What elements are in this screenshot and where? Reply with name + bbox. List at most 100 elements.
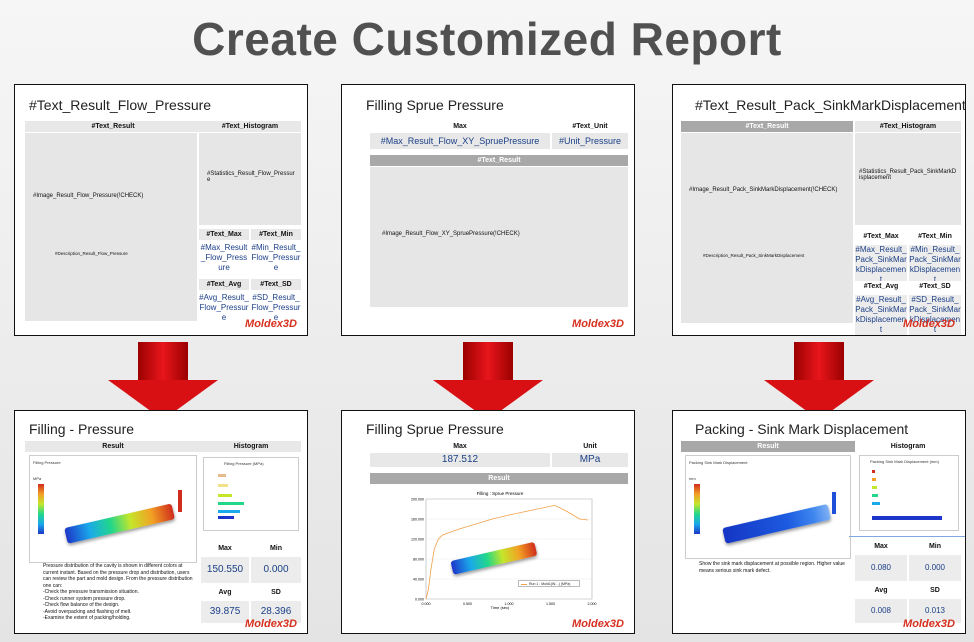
max-header: Max — [370, 441, 550, 452]
avg-value: 0.008 — [855, 599, 907, 623]
unit-header: Unit — [552, 441, 628, 452]
max-header: Max — [855, 541, 907, 552]
unit-value: #Unit_Pressure — [552, 133, 628, 149]
histogram-bar — [218, 516, 234, 519]
x-tick-label: 1.500 — [546, 602, 555, 606]
unit-header: #Text_Unit — [552, 121, 628, 132]
report-slide-sprue-pressure[interactable]: Filling Sprue Pressure Max Unit 187.512 … — [341, 410, 635, 634]
min-header: Min — [251, 543, 301, 554]
result-image-placeholder: #Image_Result_Pack_SinkMarkDisplacement(… — [681, 133, 853, 323]
data-point — [428, 588, 429, 590]
x-tick-label: 2.000 — [588, 602, 597, 606]
min-header: #Text_Min — [251, 229, 301, 240]
min-value: #Min_Result_Flow_Pressure — [251, 243, 301, 272]
statistics-placeholder: #Statistics_Result_Pack_SinkMarkDisplace… — [855, 133, 961, 225]
sprue-model — [832, 492, 836, 514]
min-header: Min — [909, 541, 961, 552]
y-tick-label: 160.000 — [411, 517, 424, 521]
template-slide-sprue-pressure[interactable]: Filling Sprue Pressure Max #Text_Unit #M… — [341, 84, 635, 336]
min-header: #Text_Min — [909, 231, 961, 242]
unit-value: MPa — [552, 453, 628, 467]
result-header: #Text_Result — [370, 155, 628, 166]
histogram-bar — [218, 484, 228, 487]
max-value: #Max_Result_Flow_XY_SpruePressure — [370, 133, 550, 149]
legend-label: Run 1 : Mold1(W…) (MPa) — [529, 582, 571, 586]
legend-swatch — [521, 584, 527, 585]
moldex3d-logo: Moldex3D — [572, 618, 624, 630]
statistics-placeholder-text: #Statistics_Result_Pack_SinkMarkDisplace… — [859, 169, 957, 181]
unit-label: MPa — [33, 476, 42, 481]
max-header: #Text_Max — [199, 229, 249, 240]
result-description: Pressure distribution of the cavity is s… — [43, 563, 193, 621]
avg-header: Avg — [855, 585, 907, 596]
statistics-placeholder-text: #Statistics_Result_Flow_Pressure — [207, 171, 295, 183]
avg-header: #Text_Avg — [199, 279, 249, 290]
result-header: Result — [681, 441, 855, 452]
report-slide-filling-pressure[interactable]: Filling - Pressure Result Histogram Fill… — [14, 410, 308, 634]
max-value: #Max_Result_Flow_Pressure — [200, 243, 248, 272]
min-value: 0.000 — [909, 555, 961, 581]
avg-value: 39.875 — [201, 601, 249, 623]
max-value: 150.550 — [201, 557, 249, 583]
sink-mark-result-image: Packing Sink Mark Displacement mm — [685, 455, 851, 559]
pressure-result-image: Filling Pressure MPa — [29, 455, 197, 563]
page-title: Create Customized Report — [192, 13, 782, 65]
histogram-bar — [872, 486, 877, 489]
histogram-bar — [872, 494, 878, 497]
slide-title: #Text_Result_Flow_Pressure — [29, 97, 212, 113]
statistics-placeholder: #Statistics_Result_Flow_Pressure — [199, 133, 301, 225]
divider — [849, 536, 965, 537]
part-model — [722, 503, 832, 544]
slide-title: Filling Sprue Pressure — [366, 97, 504, 113]
data-point — [566, 511, 568, 512]
max-value: 187.512 — [370, 453, 550, 467]
moldex3d-logo: Moldex3D — [245, 618, 297, 630]
description-placeholder-text: #Description_Result_Flow_Pressure — [55, 251, 128, 256]
color-legend — [38, 484, 44, 534]
template-slide-flow-pressure[interactable]: #Text_Result_Flow_Pressure #Text_Result … — [14, 84, 308, 336]
data-point — [508, 514, 510, 516]
image-placeholder-text: #Image_Result_Flow_Pressure(!CHECK) — [33, 193, 144, 199]
template-slide-sink-mark[interactable]: #Text_Result_Pack_SinkMarkDisplacement #… — [672, 84, 966, 336]
data-point — [475, 523, 477, 525]
moldex3d-logo: Moldex3D — [903, 318, 955, 330]
report-slide-sink-mark[interactable]: Packing - Sink Mark Displacement Result … — [672, 410, 966, 634]
max-header: #Text_Max — [855, 231, 907, 242]
avg-header: Avg — [201, 587, 249, 598]
chart-title: Filling : Sprue Pressure — [477, 491, 524, 496]
min-value: 0.000 — [251, 557, 301, 583]
y-tick-label: 80.000 — [413, 557, 424, 561]
histogram-header: #Text_Histogram — [855, 121, 961, 132]
histogram-image: Packing Sink Mark Displacement (mm) — [859, 455, 959, 531]
sd-header: #Text_SD — [251, 279, 301, 290]
histogram-bar — [218, 494, 232, 497]
histogram-bar — [218, 510, 240, 513]
avg-value: #Avg_Result_Pack_SinkMarkDisplacement — [855, 295, 907, 335]
data-point — [458, 528, 460, 530]
histogram-bar — [872, 516, 942, 520]
data-point — [587, 519, 589, 521]
x-tick-label: 1.000 — [505, 602, 514, 606]
data-point — [430, 568, 432, 570]
moldex3d-logo: Moldex3D — [572, 318, 624, 330]
result-header: Result — [370, 473, 628, 484]
max-header: Max — [370, 121, 550, 132]
avg-value: #Avg_Result_Flow_Pressure — [199, 293, 249, 322]
x-tick-label: 0.000 — [422, 602, 431, 606]
y-tick-label: 200.000 — [411, 497, 424, 501]
data-point — [541, 507, 543, 509]
data-point — [554, 504, 555, 506]
histogram-bar — [218, 474, 226, 477]
min-value: #Min_Result_Pack_SinkMarkDisplacement — [909, 245, 961, 285]
result-image-placeholder: #Image_Result_Flow_XY_SpruePressure(!CHE… — [370, 167, 628, 307]
histogram-bar — [872, 502, 880, 505]
data-point — [438, 538, 439, 540]
avg-header: #Text_Avg — [855, 281, 907, 292]
description-placeholder-text: #Description_Result_Pack_SinkMarkDisplac… — [703, 253, 805, 258]
histogram-title: Filling Pressure (MPa) — [224, 461, 264, 466]
slide-title: #Text_Result_Pack_SinkMarkDisplacement — [695, 97, 966, 113]
data-point — [492, 518, 493, 520]
slide-title: Packing - Sink Mark Displacement — [695, 421, 909, 437]
part-model — [64, 503, 175, 544]
max-value: 0.080 — [855, 555, 907, 581]
